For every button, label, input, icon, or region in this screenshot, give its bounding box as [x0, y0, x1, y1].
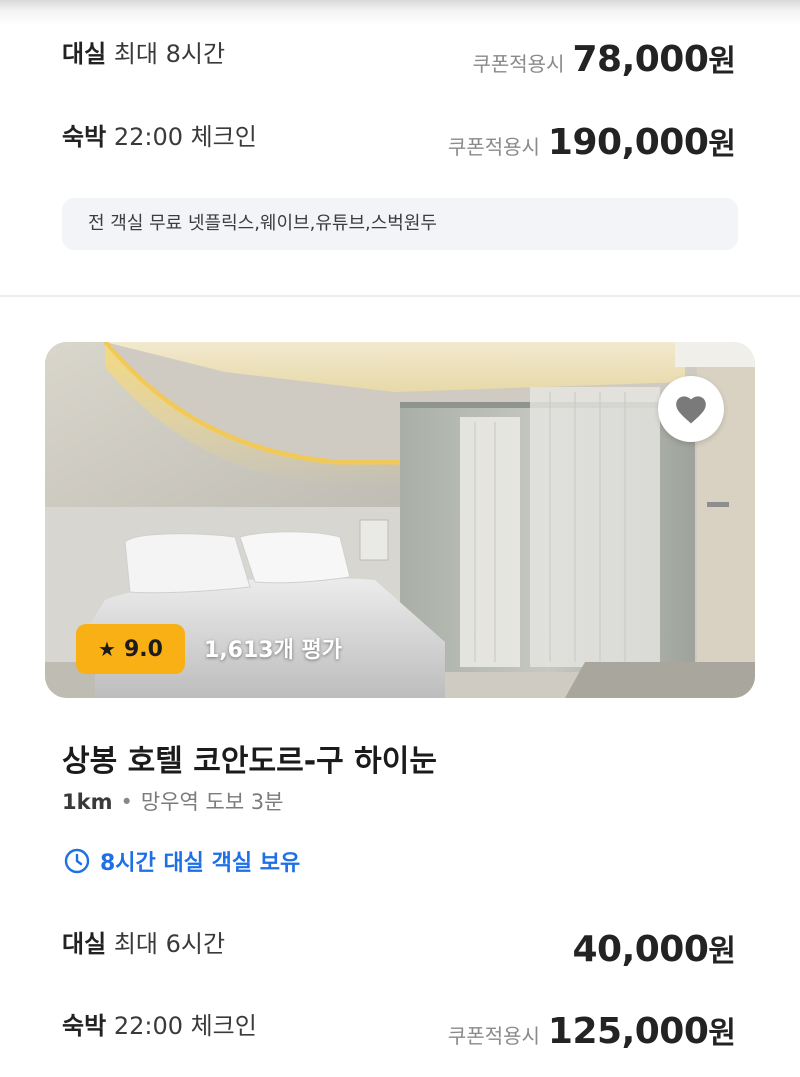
sukbak-label: 숙박 22:00 체크인 — [62, 123, 257, 151]
price-value: 125,000 — [547, 1011, 709, 1052]
separator-dot: • — [120, 790, 133, 814]
sukbak-label: 숙박 22:00 체크인 — [62, 1012, 257, 1040]
daesil-label: 대실 최대 6시간 — [62, 930, 226, 958]
daesil-price-row[interactable]: 대실 최대 6시간 40,000 원 — [62, 920, 736, 980]
top-header-shadow — [0, 0, 800, 26]
location-info: 1km • 망우역 도보 3분 — [62, 786, 284, 816]
listing-divider — [0, 295, 800, 297]
price-value: 78,000 — [572, 39, 709, 80]
sukbak-price: 쿠폰적용시 190,000 원 — [448, 119, 736, 163]
price-value: 190,000 — [547, 122, 709, 163]
price-unit: 원 — [708, 127, 736, 162]
daesil-price: 40,000 원 — [564, 926, 736, 970]
sukbak-price: 쿠폰적용시 125,000 원 — [448, 1008, 736, 1052]
coupon-label: 쿠폰적용시 — [447, 135, 540, 159]
star-icon: ★ — [98, 637, 116, 661]
price-value: 40,000 — [572, 929, 709, 970]
coupon-label: 쿠폰적용시 — [447, 1024, 540, 1048]
sukbak-price-row[interactable]: 숙박 22:00 체크인 쿠폰적용시 190,000 원 — [62, 113, 736, 173]
price-unit: 원 — [708, 44, 736, 79]
price-unit: 원 — [708, 934, 736, 969]
distance: 1km — [62, 790, 113, 814]
daesil-tag-text: 8시간 대실 객실 보유 — [100, 851, 301, 876]
heart-icon — [676, 396, 706, 424]
daesil-price: 쿠폰적용시 78,000 원 — [472, 36, 736, 80]
hotel-name[interactable]: 상봉 호텔 코안도르-구 하이눈 — [62, 736, 437, 780]
clock-icon — [64, 848, 90, 874]
station-walk-time: 망우역 도보 3분 — [140, 790, 284, 814]
rating-value: 9.0 — [123, 636, 163, 662]
sukbak-price-row[interactable]: 숙박 22:00 체크인 쿠폰적용시 125,000 원 — [62, 1004, 736, 1064]
daesil-label: 대실 최대 8시간 — [62, 40, 226, 68]
daesil-tag: 8시간 대실 객실 보유 — [64, 845, 300, 877]
daesil-price-row[interactable]: 대실 최대 8시간 쿠폰적용시 78,000 원 — [62, 30, 736, 90]
favorite-button[interactable] — [658, 376, 724, 442]
review-count[interactable]: 1,613개 평가 — [204, 632, 342, 664]
coupon-label: 쿠폰적용시 — [472, 52, 565, 76]
rating-badge: ★ 9.0 — [76, 624, 185, 674]
price-unit: 원 — [708, 1016, 736, 1051]
notice-banner: 전 객실 무료 넷플릭스,웨이브,유튜브,스벅원두 — [62, 198, 738, 250]
